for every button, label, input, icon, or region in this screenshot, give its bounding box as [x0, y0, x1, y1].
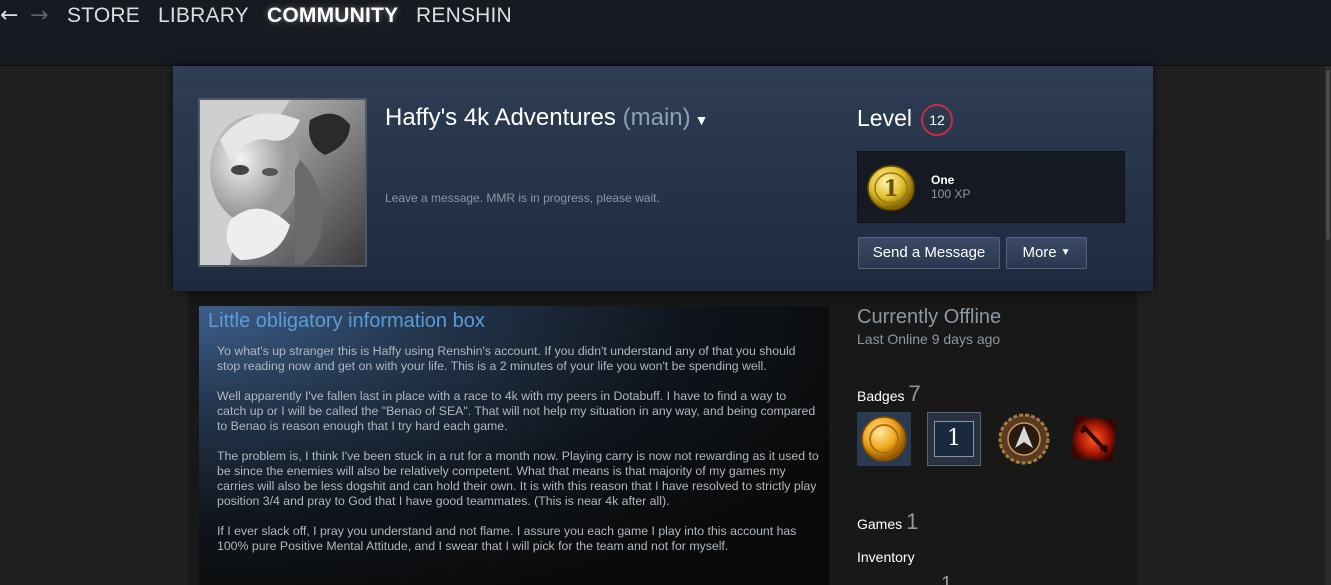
online-status: Currently Offline: [857, 306, 1002, 328]
info-paragraph: The problem is, I think I've been stuck …: [217, 449, 819, 508]
nav-community[interactable]: COMMUNITY: [267, 4, 398, 28]
level-label: Level: [857, 105, 912, 131]
info-box-text: Yo what's up stranger this is Haffy usin…: [217, 344, 819, 569]
favorite-badge[interactable]: 1 One 100 XP: [857, 151, 1125, 223]
nav-user[interactable]: RENSHIN: [416, 4, 512, 28]
avatar-image: [200, 100, 365, 265]
favorite-badge-xp: 100 XP: [931, 187, 971, 201]
svg-text:1: 1: [883, 176, 898, 202]
send-message-button[interactable]: Send a Message: [858, 237, 1000, 269]
last-online: Last Online 9 days ago: [857, 331, 1001, 347]
profile-summary: Leave a message. MMR is in progress, ple…: [385, 191, 660, 205]
nav-store[interactable]: STORE: [67, 4, 140, 28]
games-link[interactable]: Games 1: [857, 509, 918, 535]
dota2-badge-icon[interactable]: [1067, 412, 1121, 466]
gold-coin-badge-icon: 1: [867, 165, 915, 211]
gold-coin-badge-icon[interactable]: [857, 412, 911, 466]
years-of-service-badge-icon[interactable]: 1: [927, 412, 981, 466]
games-count: 1: [906, 509, 919, 534]
profile-persona-name[interactable]: Haffy's 4k Adventures (main) ▼: [385, 104, 708, 132]
community-ambassador-badge-icon[interactable]: [997, 412, 1051, 466]
favorite-badge-name: One: [931, 173, 955, 187]
profile-name: Haffy's 4k Adventures: [385, 104, 616, 131]
games-label: Games: [857, 516, 903, 532]
info-box-title: Little obligatory information box: [208, 310, 485, 332]
nav-library[interactable]: LIBRARY: [158, 4, 249, 28]
years-of-service-number: 1: [934, 421, 974, 457]
profile-alias: (main): [622, 104, 691, 131]
badges-count: 7: [908, 381, 921, 406]
forward-arrow-icon[interactable]: →: [30, 4, 48, 28]
info-paragraph: Well apparently I've fallen last in plac…: [217, 389, 816, 433]
caret-down-icon: ▼: [1060, 247, 1071, 258]
more-button[interactable]: More ▼: [1006, 237, 1087, 269]
avatar: [198, 98, 367, 267]
info-paragraph: If I ever slack off, I pray you understa…: [217, 524, 797, 553]
back-arrow-icon[interactable]: ←: [0, 4, 18, 28]
caret-down-icon[interactable]: ▼: [695, 112, 709, 128]
badges-link[interactable]: Badges 7: [857, 381, 921, 407]
partial-count: 1: [941, 573, 953, 585]
scrollbar-thumb[interactable]: [1326, 70, 1330, 240]
badges-label: Badges: [857, 388, 905, 404]
inventory-link[interactable]: Inventory: [857, 549, 915, 565]
level-badge[interactable]: 12: [921, 104, 953, 136]
info-paragraph: Yo what's up stranger this is Haffy usin…: [217, 344, 796, 373]
more-button-label: More: [1022, 244, 1057, 261]
